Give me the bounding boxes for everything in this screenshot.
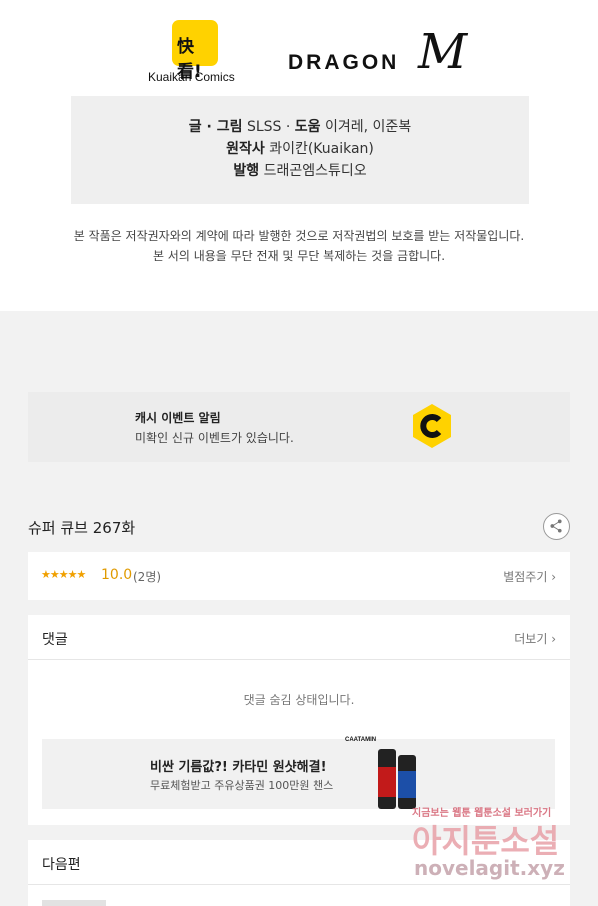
share-icon [550,519,562,533]
ad-subtitle: 무료체험받고 주유상품권 100만원 챈스 [150,779,334,792]
cash-event-banner[interactable]: 캐시 이벤트 알림 미확인 신규 이벤트가 있습니다. [28,392,570,462]
kuaikan-name: Kuaikan Comics [148,70,235,84]
next-episode-title: 다음편 [42,857,81,873]
credits-line-author: 글 · 그림 SLSS · 도움 이겨레, 이준복 [188,119,412,135]
rating-stars: ★★★★★ [41,568,86,581]
comments-title: 댓글 [42,632,68,648]
credits-line-publisher: 발행 드래곤엠스튜디오 [233,163,367,179]
copyright-notice: 본 작품은 저작권자와의 계약에 따라 발행한 것으로 저작권법의 보호를 받는… [73,229,525,263]
credits-box: 글 · 그림 SLSS · 도움 이겨레, 이준복 원작사 콰이칸(Kuaika… [71,96,529,204]
ad-banner[interactable]: 비싼 기름값?! 카타민 원샷해결! 무료체험받고 주유상품권 100만원 챈스… [42,737,555,809]
dragon-logo-text: DRAGON [288,51,400,74]
dragon-logo-m: M [418,24,468,80]
cash-event-title: 캐시 이벤트 알림 [135,411,221,425]
ad-title: 비싼 기름값?! 카타민 원샷해결! [150,760,327,775]
ad-product-label: CAATAMIN [345,737,377,743]
ad-product-can-blue [398,755,416,809]
site-watermark: 지금보는 웹툰 웹툰소설 보러가기 아지툰소설 novelagit.xyz [410,802,580,902]
kuaikan-logo: 快看! [172,20,218,82]
comments-card: 댓글 더보기 › 댓글 숨김 상태입니다. 비싼 기름값?! 카타민 원샷해결!… [28,615,570,825]
share-button[interactable] [543,513,570,540]
episode-title: 슈퍼 큐브 267화 [28,519,136,537]
credits-line-original: 원작사 콰이칸(Kuaikan) [226,141,374,157]
rating-votes: (2명) [133,570,162,584]
comments-hidden-message: 댓글 숨김 상태입니다. [243,693,355,707]
comments-more-link[interactable]: 더보기 › [514,630,556,647]
ad-product-can-red [378,749,396,809]
cash-event-subtitle: 미확인 신규 이벤트가 있습니다. [135,431,294,445]
next-episode-thumbnail[interactable] [42,900,106,906]
rate-button[interactable]: 별점주기 › [503,568,556,585]
credits-section: 快看! Kuaikan Comics DRAGON M 글 · 그림 SLSS … [0,0,598,311]
publisher-logos: 快看! Kuaikan Comics DRAGON M [0,20,598,90]
comments-header: 댓글 더보기 › [28,615,570,660]
rating-score: 10.0 [101,567,133,583]
rating-card: ★★★★★ 10.0 (2명) 별점주기 › [28,552,570,600]
watermark-url: novelagit.xyz [414,856,565,880]
cash-coin-icon [413,404,451,448]
